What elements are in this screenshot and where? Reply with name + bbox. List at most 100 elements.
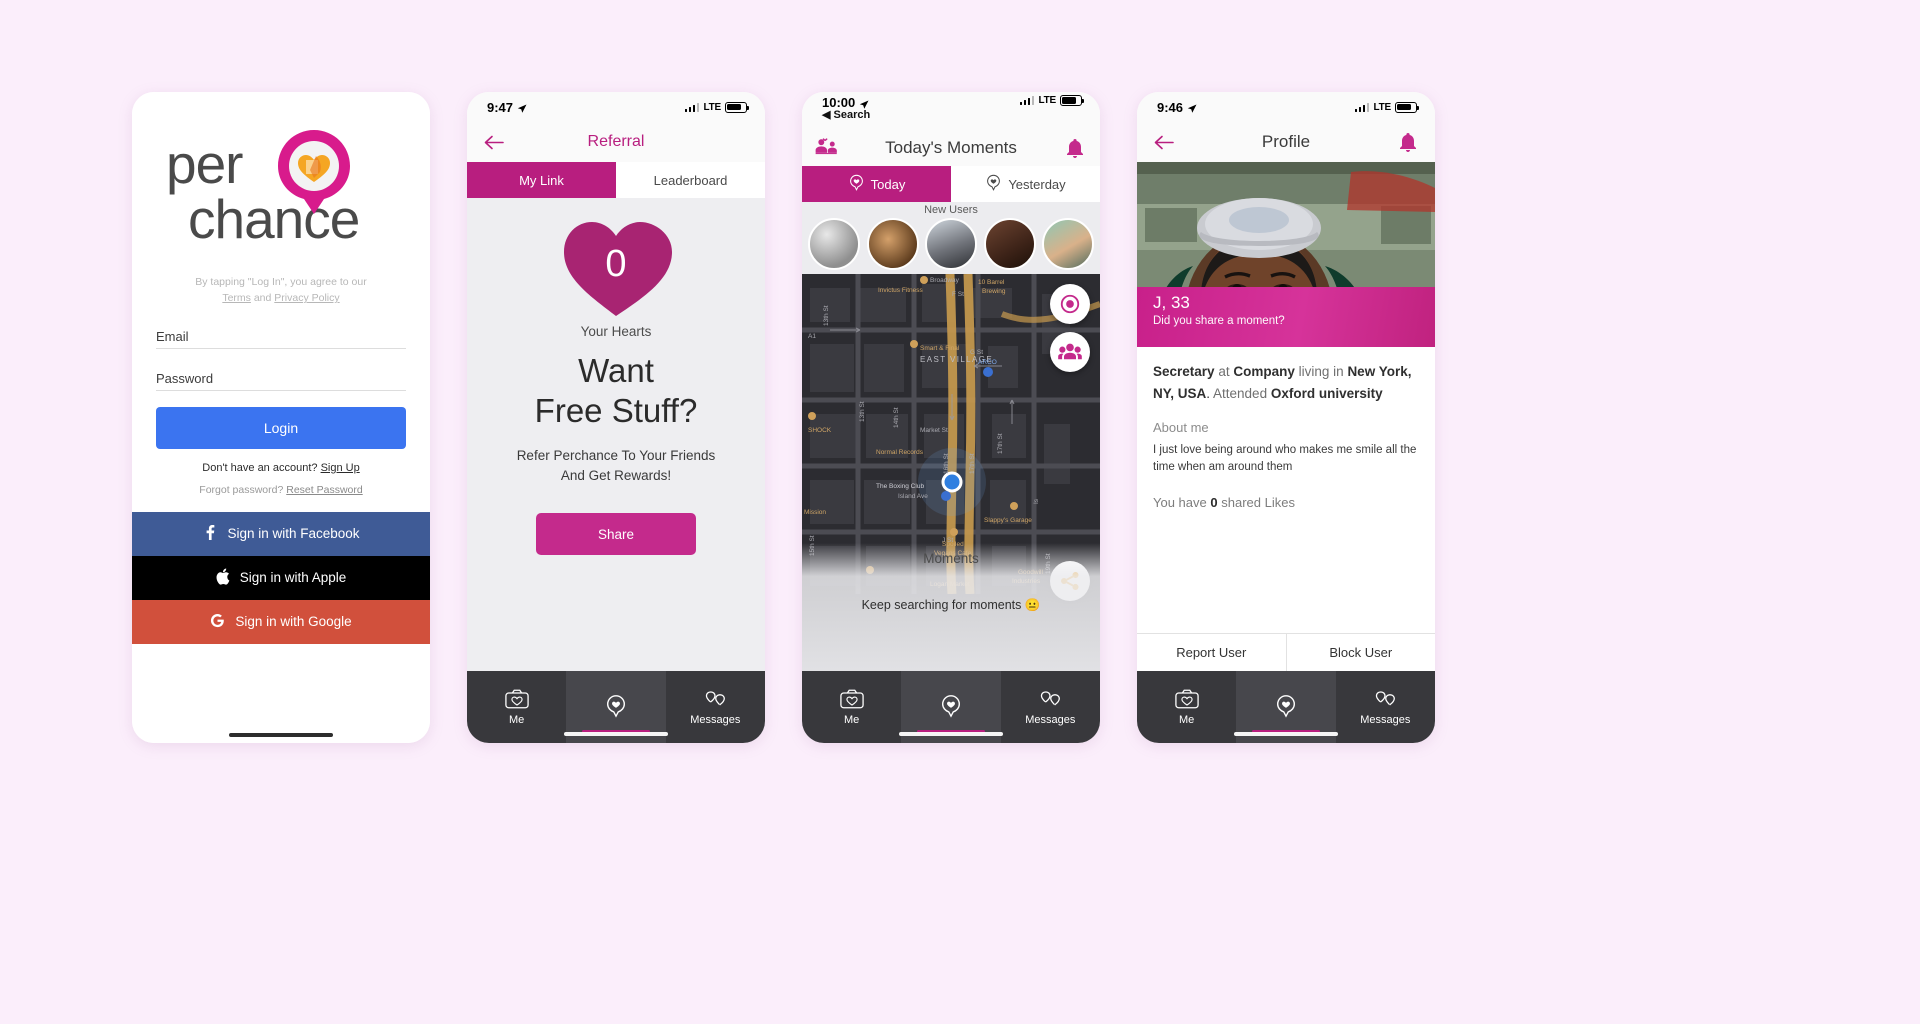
svg-text:14th St: 14th St <box>893 407 900 428</box>
tab-leaderboard-label: Leaderboard <box>653 172 728 188</box>
svg-text:Market St: Market St <box>920 427 948 434</box>
avatar[interactable] <box>983 218 1036 270</box>
forgot-password-row: Forgot password? Reset Password <box>156 484 406 496</box>
tab-leaderboard[interactable]: Leaderboard <box>616 162 765 198</box>
phone-profile-screen: 9:46 LTE Profile J, 33 Did you share a m… <box>1137 92 1435 743</box>
forgot-prompt: Forgot password? <box>199 483 284 496</box>
svg-text:Slappy's Garage: Slappy's Garage <box>984 517 1032 524</box>
referral-body: 0 Your Hearts Want Free Stuff? Refer Per… <box>467 198 765 671</box>
avatar[interactable] <box>1042 218 1094 270</box>
email-field[interactable]: Email <box>156 329 406 349</box>
tab-me[interactable]: Me <box>802 671 901 743</box>
avatar[interactable] <box>866 218 919 270</box>
svg-text:The Boxing Club: The Boxing Club <box>876 483 924 490</box>
battery-icon <box>725 101 750 113</box>
profile-prompt: Did you share a moment? <box>1153 315 1285 327</box>
likes-suffix: shared Likes <box>1221 494 1295 510</box>
reset-password-link[interactable]: Reset Password <box>286 484 362 496</box>
svg-text:Broadway: Broadway <box>930 277 960 284</box>
page-title: Referral <box>587 133 645 150</box>
avatar[interactable] <box>925 218 977 270</box>
people-group-button[interactable] <box>1050 332 1090 372</box>
password-placeholder: Password <box>156 370 214 386</box>
profile-bio: Secretary at Company living in New York,… <box>1153 364 1412 401</box>
back-arrow-icon[interactable] <box>1151 130 1177 154</box>
report-user-button[interactable]: Report User <box>1137 634 1287 671</box>
bio-company: Company <box>1233 364 1295 379</box>
phone-login-screen: per chance By tapping "Log In", you agre… <box>132 92 430 743</box>
terms-and: and <box>253 292 272 305</box>
signup-link[interactable]: Sign Up <box>321 462 360 474</box>
tab-messages[interactable]: Messages <box>1336 671 1435 743</box>
map-view[interactable]: Broadway A1 13th St 13th St F St G St EA… <box>802 274 1100 671</box>
back-to-search-link[interactable]: ◀ Search <box>822 108 870 121</box>
perchance-pin-icon <box>848 174 865 194</box>
share-button[interactable]: Share <box>536 513 696 556</box>
bottom-tabbar: Me Messages <box>1137 671 1435 743</box>
status-bar: 10:00 ◀ Search LTE <box>802 92 1100 130</box>
svg-text:Smart & Final: Smart & Final <box>920 345 960 352</box>
tab-yesterday[interactable]: Yesterday <box>951 166 1100 202</box>
likes-prefix: You have <box>1153 494 1207 510</box>
navbar-spacer <box>725 130 751 154</box>
tab-messages-label: Messages <box>1360 713 1411 726</box>
profile-photo: J, 33 Did you share a moment? <box>1137 162 1435 347</box>
messages-hearts-icon <box>702 689 728 712</box>
profile-navbar: Profile <box>1137 122 1435 162</box>
tab-yesterday-label: Yesterday <box>1008 176 1066 192</box>
target-locate-button[interactable] <box>1050 284 1090 324</box>
tab-messages[interactable]: Messages <box>1001 671 1100 743</box>
tab-my-link[interactable]: My Link <box>467 162 616 198</box>
tab-me[interactable]: Me <box>467 671 566 743</box>
signup-prompt-row: Don't have an account? Sign Up <box>156 462 406 474</box>
status-left: 9:47 <box>487 100 527 115</box>
google-icon <box>210 613 225 631</box>
email-placeholder: Email <box>156 328 189 344</box>
profile-actions: Report User Block User <box>1137 633 1435 671</box>
hearts-count: 0 <box>605 242 627 285</box>
back-arrow-icon[interactable] <box>481 130 507 154</box>
google-signin-button[interactable]: Sign in with Google <box>132 599 430 644</box>
headline-line-2: Free Stuff? <box>534 392 698 430</box>
bell-icon[interactable] <box>1395 130 1421 154</box>
bio-living: living in <box>1298 364 1344 379</box>
perchance-pin-icon <box>985 174 1002 194</box>
svg-text:Is: Is <box>1033 498 1040 504</box>
privacy-policy-link[interactable]: Privacy Policy <box>274 292 339 304</box>
phone-moments-screen: 10:00 ◀ Search LTE Today's Moments Today… <box>802 92 1100 743</box>
facebook-signin-button[interactable]: Sign in with Facebook <box>132 511 430 556</box>
password-field[interactable]: Password <box>156 371 406 391</box>
bio-at: at <box>1218 364 1230 379</box>
apple-signin-label: Sign in with Apple <box>239 570 347 586</box>
page-title: Profile <box>1261 132 1311 151</box>
block-user-button[interactable]: Block User <box>1287 634 1436 671</box>
people-heart-icon[interactable] <box>814 136 840 160</box>
svg-text:13th St: 13th St <box>859 401 866 422</box>
shared-likes-row: You have 0 shared Likes <box>1153 495 1419 510</box>
avatar[interactable] <box>808 218 860 270</box>
tab-messages[interactable]: Messages <box>666 671 765 743</box>
status-right: LTE <box>684 101 750 113</box>
location-arrow-icon <box>517 102 527 113</box>
login-button[interactable]: Login <box>156 406 406 449</box>
referral-headline: Want Free Stuff? <box>535 351 698 432</box>
svg-text:Normal Records: Normal Records <box>876 449 924 456</box>
signal-bars-icon <box>1354 102 1370 112</box>
back-to-search-label: Search <box>833 109 871 121</box>
signal-bars-icon <box>1019 96 1035 105</box>
profile-name: J, 33 <box>1153 293 1190 312</box>
carrier-label: LTE <box>703 101 721 113</box>
apple-signin-button[interactable]: Sign in with Apple <box>132 555 430 600</box>
new-users-avatars <box>808 218 1094 270</box>
apple-icon <box>216 568 230 588</box>
bio-job: Secretary <box>1153 364 1215 379</box>
terms-link[interactable]: Terms <box>222 292 251 304</box>
perchance-pin-icon <box>939 694 963 721</box>
messages-hearts-icon <box>1037 689 1063 712</box>
tab-today[interactable]: Today <box>802 166 951 202</box>
tab-me[interactable]: Me <box>1137 671 1236 743</box>
moments-navbar: Today's Moments <box>802 130 1100 166</box>
tab-messages-label: Messages <box>690 713 741 726</box>
google-signin-label: Sign in with Google <box>235 614 352 630</box>
bell-icon[interactable] <box>1062 136 1088 160</box>
